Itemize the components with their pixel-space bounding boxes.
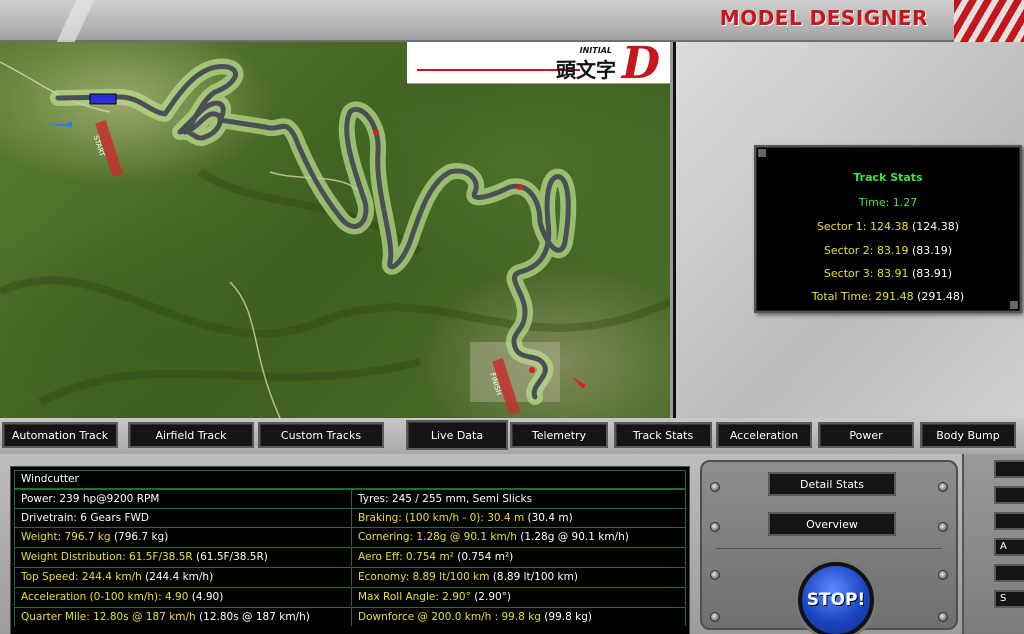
- track-stats-title: Track Stats: [853, 171, 923, 184]
- sector-marker: [373, 129, 379, 135]
- side-button-strip: A S: [962, 454, 1024, 634]
- screw-icon: [710, 612, 720, 622]
- side-button-2[interactable]: [994, 486, 1024, 504]
- tab-automation-track[interactable]: Automation Track: [2, 422, 118, 448]
- track-stats-time: Time: 1.27: [858, 196, 918, 209]
- bottom-area: Windcutter Power: 239 hp@9200 RPM Drivet…: [0, 454, 1024, 634]
- screw-icon: [938, 570, 948, 580]
- start-arrow-icon: [48, 121, 72, 127]
- side-button-5[interactable]: [994, 564, 1024, 582]
- info-top-speed: Top Speed: 244.4 km/h (244.4 km/h): [14, 567, 352, 586]
- screw-icon: [710, 522, 720, 532]
- info-drivetrain: Drivetrain: 6 Gears FWD: [14, 508, 352, 527]
- info-weight-distribution: Weight Distribution: 61.5F/38.5R (61.5F/…: [14, 547, 352, 566]
- track-stats-panel: Track Stats Time: 1.27 Sector 1: 124.38 …: [673, 42, 1024, 418]
- finish-arrow-icon: [572, 377, 586, 389]
- track-stats-box: Track Stats Time: 1.27 Sector 1: 124.38 …: [754, 145, 1022, 313]
- info-cornering: Cornering: 1.28g @ 90.1 km/h (1.28g @ 90…: [352, 527, 686, 546]
- tab-airfield-track[interactable]: Airfield Track: [128, 422, 254, 448]
- tab-telemetry[interactable]: Telemetry: [510, 422, 608, 448]
- info-max-roll-angle: Max Roll Angle: 2.90° (2.90°): [352, 587, 686, 606]
- game-logo: INITIAL 頭文字 D: [407, 42, 670, 89]
- info-power: Power: 239 hp@9200 RPM: [14, 489, 352, 508]
- tab-power[interactable]: Power: [818, 422, 914, 448]
- side-button-6[interactable]: S: [994, 590, 1024, 608]
- control-panel: Detail Stats Overview STOP!: [700, 460, 958, 634]
- info-quarter-mile: Quarter Mile: 12.80s @ 187 km/h (12.80s …: [14, 607, 352, 626]
- overview-button[interactable]: Overview: [768, 512, 896, 536]
- track-map[interactable]: START FINISH INITIAL 頭文字 D: [0, 42, 670, 418]
- car-name: Windcutter: [14, 470, 686, 489]
- sector-3-row: Sector 3: 83.91 (83.91): [823, 267, 953, 280]
- screw-icon: [938, 612, 948, 622]
- side-button-3[interactable]: [994, 512, 1024, 530]
- total-time-row: Total Time: 291.48 (291.48): [811, 290, 965, 303]
- tab-track-stats[interactable]: Track Stats: [614, 422, 712, 448]
- track-map-svg: [0, 58, 670, 418]
- info-economy: Economy: 8.89 lt/100 km (8.89 lt/100 km): [352, 567, 686, 586]
- logo-letter: D: [621, 42, 660, 89]
- sector-marker: [529, 367, 535, 373]
- tab-bar: Automation Track Airfield Track Custom T…: [0, 418, 1024, 454]
- info-downforce: Downforce @ 200.0 km/h : 99.8 kg (99.8 k…: [352, 607, 686, 626]
- side-button-1[interactable]: [994, 460, 1024, 478]
- screw-icon: [938, 522, 948, 532]
- screw-icon: [710, 570, 720, 580]
- screw-icon: [710, 482, 720, 492]
- tab-live-data[interactable]: Live Data: [406, 420, 508, 450]
- detail-stats-button[interactable]: Detail Stats: [768, 472, 896, 496]
- info-acceleration: Acceleration (0-100 km/h): 4.90 (4.90): [14, 587, 352, 606]
- logo-kanji: 頭文字: [556, 58, 616, 82]
- header-stripes: [954, 0, 1024, 42]
- sector-1-row: Sector 1: 124.38 (124.38): [816, 220, 960, 233]
- stop-button[interactable]: STOP!: [798, 562, 874, 634]
- side-button-4[interactable]: A: [994, 538, 1024, 556]
- app-title: MODEL DESIGNER: [719, 6, 928, 30]
- car-marker: [89, 93, 117, 105]
- car-info-panel: Windcutter Power: 239 hp@9200 RPM Drivet…: [10, 466, 690, 634]
- tab-body-bump[interactable]: Body Bump: [920, 422, 1016, 448]
- sector-2-row: Sector 2: 83.19 (83.19): [823, 244, 953, 257]
- sector-marker: [517, 184, 523, 190]
- title-bar: MODEL DESIGNER: [0, 0, 1024, 42]
- info-aero-eff: Aero Eff: 0.754 m² (0.754 m²): [352, 547, 686, 566]
- tab-acceleration[interactable]: Acceleration: [716, 422, 812, 448]
- info-braking: Braking: (100 km/h - 0): 30.4 m (30.4 m): [352, 508, 686, 527]
- info-weight: Weight: 796.7 kg (796.7 kg): [14, 527, 352, 546]
- tab-custom-tracks[interactable]: Custom Tracks: [258, 422, 384, 448]
- info-tyres: Tyres: 245 / 255 mm, Semi Slicks: [352, 489, 686, 508]
- screw-icon: [938, 482, 948, 492]
